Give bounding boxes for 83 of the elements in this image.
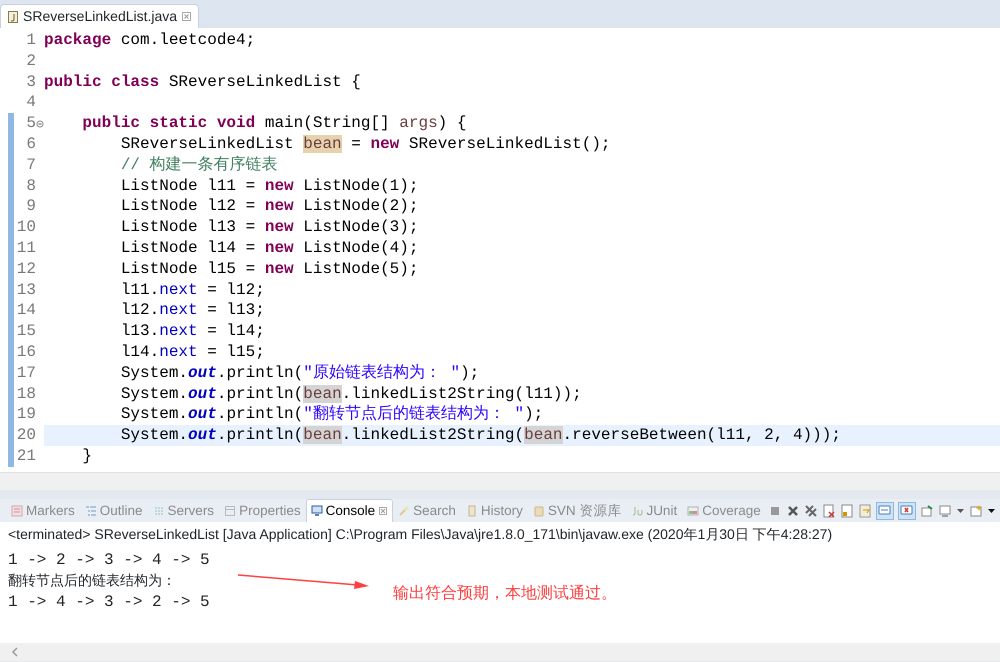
view-tab[interactable]: JUnit xyxy=(626,499,682,522)
view-tab[interactable]: Properties xyxy=(219,499,306,522)
line-number: 4 xyxy=(25,92,36,114)
history-icon xyxy=(466,505,478,517)
line-number: 2 xyxy=(25,50,36,72)
line-number: 18 xyxy=(16,384,36,404)
view-tab[interactable]: Servers xyxy=(148,499,220,522)
scroll-lock-icon[interactable] xyxy=(840,504,854,518)
code-line: // 构建一条有序链表 xyxy=(120,154,279,176)
clear-console-icon[interactable] xyxy=(822,504,836,518)
line-number: 6 xyxy=(25,134,36,155)
code-line: ListNode l11 = new ListNode(1); xyxy=(120,176,420,196)
scrollbar[interactable] xyxy=(0,643,1000,661)
collapse-icon[interactable] xyxy=(36,120,44,128)
code-line: } xyxy=(81,446,94,467)
code-line: l14.next = l15; xyxy=(120,342,266,363)
console-output-line: 翻转节点后的链表结构为： xyxy=(7,572,176,591)
line-number: 7 xyxy=(25,154,36,176)
console-status: <terminated> SReverseLinkedList [Java Application] C:\Program Files\Java\jre1.8.0_171\bin\javaw.exe (2020年1月30日 下午4:28:27) xyxy=(7,525,834,542)
view-tab[interactable]: Outline xyxy=(80,499,148,522)
code-line: l13.next = l14; xyxy=(120,321,266,342)
remove-all-icon[interactable] xyxy=(804,504,818,518)
markers-icon xyxy=(11,505,23,517)
view-tab[interactable]: Markers xyxy=(6,499,80,522)
line-number: 12 xyxy=(16,258,36,280)
code-line: public class SReverseLinkedList { xyxy=(44,72,362,92)
view-tab[interactable]: Console xyxy=(306,499,394,522)
editor-tab[interactable]: SReverseLinkedList.java xyxy=(0,4,200,28)
code-line: System.out.println("原始链表结构为： "); xyxy=(120,362,480,384)
servers-icon xyxy=(152,505,165,517)
console-output-line: 1 -> 4 -> 3 -> 2 -> 5 xyxy=(7,592,210,613)
code-line: l11.next = l12; xyxy=(120,280,266,300)
code-line: System.out.println("翻转节点后的链表结构为： "); xyxy=(120,404,544,426)
line-number: 14 xyxy=(16,300,36,322)
code-line: ListNode l14 = new ListNode(4); xyxy=(120,238,420,259)
line-number: 20 xyxy=(16,425,36,446)
pin-icon[interactable] xyxy=(920,504,934,518)
line-number: 21 xyxy=(16,446,36,467)
line-number: 5 xyxy=(25,113,36,134)
code-line: ListNode l12 = new ListNode(2); xyxy=(120,196,420,218)
line-number: 10 xyxy=(16,217,36,238)
line-number: 15 xyxy=(16,321,36,342)
view-tab[interactable]: SVN 资源库 xyxy=(528,499,626,522)
view-tab[interactable]: Search xyxy=(393,499,461,522)
java-file-icon xyxy=(7,10,19,22)
annotation-text: 输出符合预期，本地测试通过。 xyxy=(393,584,617,604)
code-line: l12.next = l13; xyxy=(120,300,266,322)
line-number: 9 xyxy=(25,196,36,218)
scroll-left-icon[interactable] xyxy=(10,646,20,658)
line-number: 8 xyxy=(25,176,36,196)
caret-icon[interactable] xyxy=(987,506,996,515)
line-number: 16 xyxy=(16,342,36,363)
properties-icon xyxy=(224,505,236,517)
repository-icon xyxy=(532,505,545,517)
line-number: 17 xyxy=(16,362,36,384)
close-icon[interactable] xyxy=(378,506,388,516)
line-number: 13 xyxy=(16,280,36,300)
code-line: System.out.println(bean.linkedList2String(l11)); xyxy=(120,384,583,404)
view-tab[interactable]: Coverage xyxy=(682,499,766,522)
coverage-icon xyxy=(687,505,700,517)
scrollbar[interactable] xyxy=(0,472,1000,490)
line-number: 11 xyxy=(16,238,36,259)
junit-icon xyxy=(631,505,644,517)
caret-icon[interactable] xyxy=(956,506,965,515)
view-tab[interactable]: History xyxy=(460,499,528,522)
word-wrap-icon[interactable] xyxy=(858,504,872,518)
code-line: ListNode l13 = new ListNode(3); xyxy=(120,217,420,238)
line-number: 1 xyxy=(25,30,36,51)
line-number: 3 xyxy=(25,72,36,92)
close-icon[interactable] xyxy=(181,11,192,22)
code-line: SReverseLinkedList bean = new SReverseLinkedList(); xyxy=(120,134,612,155)
monitor-icon[interactable] xyxy=(938,504,952,518)
monitor-icon xyxy=(310,505,323,517)
code-line: public static void main(String[] args) { xyxy=(81,113,468,134)
error-bubble-icon[interactable] xyxy=(900,504,914,518)
remove-icon[interactable] xyxy=(786,504,800,518)
search-icon xyxy=(398,505,410,517)
code-line: ListNode l15 = new ListNode(5); xyxy=(120,258,420,280)
code-line: package com.leetcode4; xyxy=(44,30,256,51)
console-output-line: 1 -> 2 -> 3 -> 4 -> 5 xyxy=(7,550,210,571)
outline-icon xyxy=(84,505,97,517)
speech-bubble-icon[interactable] xyxy=(878,504,892,518)
line-number: 19 xyxy=(16,404,36,426)
